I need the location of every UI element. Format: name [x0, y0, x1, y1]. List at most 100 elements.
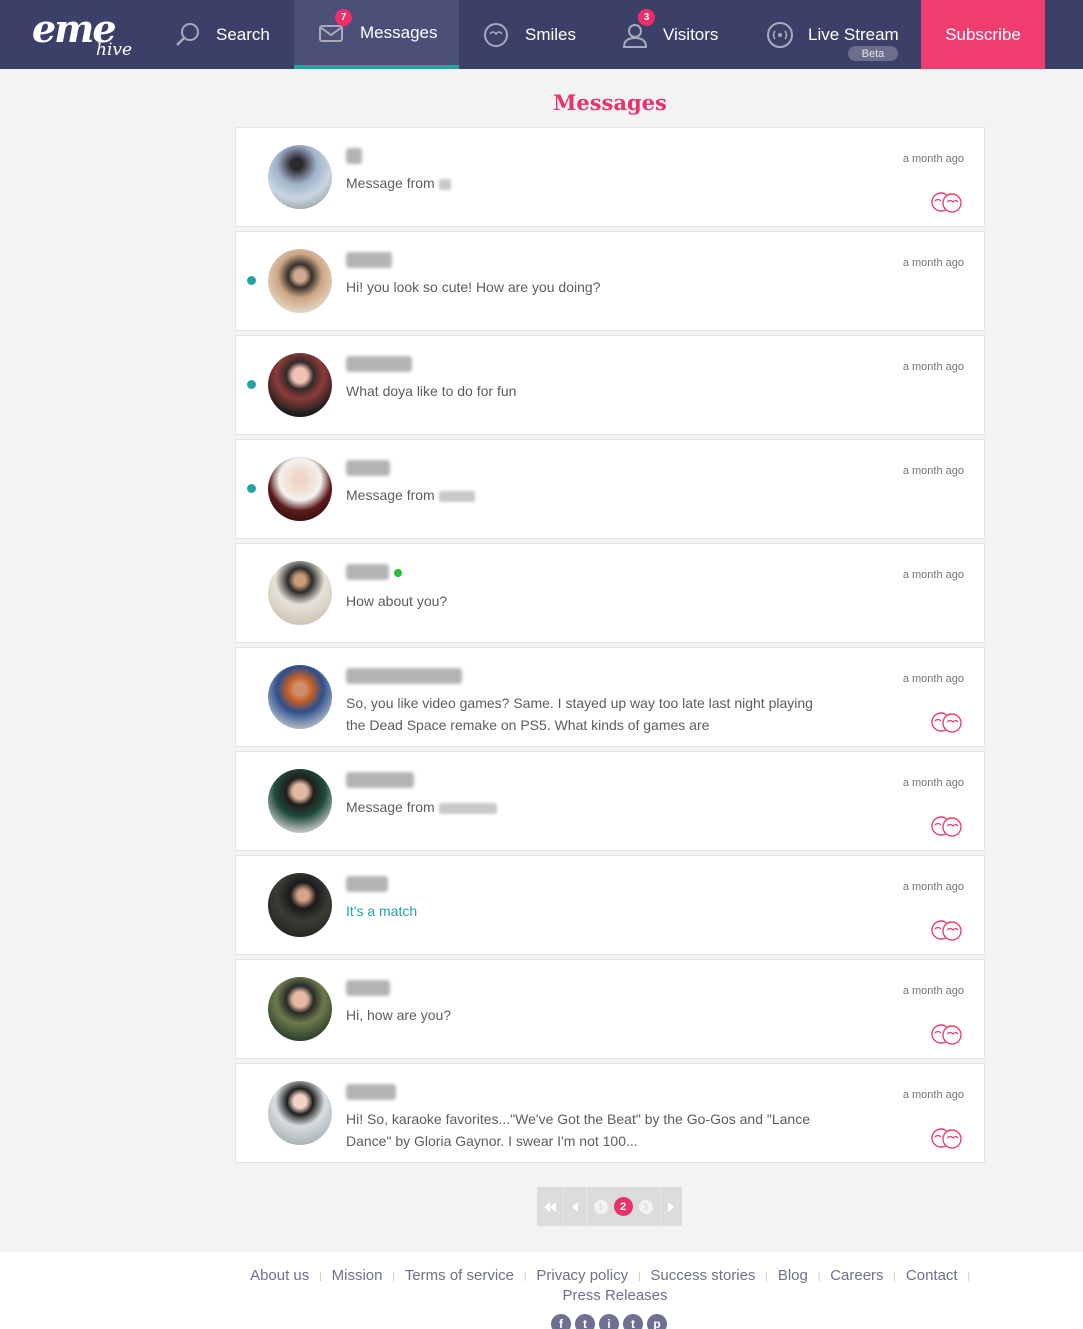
- nav-search[interactable]: Search: [174, 0, 270, 69]
- page-2-button[interactable]: 2: [613, 1197, 633, 1216]
- avatar[interactable]: [268, 561, 332, 625]
- tumblr-icon[interactable]: t: [623, 1314, 643, 1329]
- message-preview[interactable]: Hi, how are you?: [346, 1004, 816, 1026]
- page-1-button[interactable]: 1: [593, 1199, 608, 1214]
- footer-link-privacy[interactable]: Privacy policy: [536, 1267, 628, 1284]
- smile-icon[interactable]: [930, 191, 964, 213]
- timestamp: a month ago: [902, 673, 964, 685]
- sender-name[interactable]: [346, 876, 388, 892]
- avatar[interactable]: [268, 353, 332, 417]
- message-preview[interactable]: Message from: [346, 484, 816, 506]
- footer-separator: |: [967, 1270, 970, 1281]
- message-preview[interactable]: Hi! So, karaoke favorites..."We've Got t…: [346, 1108, 816, 1152]
- sender-name[interactable]: [346, 148, 362, 164]
- page-numbers: 1 2 3: [587, 1197, 660, 1216]
- nav-visitors[interactable]: Visitors 3: [621, 0, 718, 69]
- message-preview[interactable]: Message from: [346, 172, 816, 194]
- message-card[interactable]: How about you? a month ago: [235, 543, 985, 643]
- double-chevron-left-icon: [544, 1201, 557, 1212]
- message-preview[interactable]: It's a match: [346, 900, 816, 922]
- sender-name[interactable]: [346, 668, 462, 684]
- footer-separator: |: [392, 1270, 395, 1281]
- page-3-button[interactable]: 3: [638, 1199, 653, 1214]
- smile-icon[interactable]: [930, 815, 964, 837]
- facebook-icon[interactable]: f: [551, 1314, 571, 1329]
- footer-link-success[interactable]: Success stories: [650, 1267, 755, 1284]
- logo-sub: hive: [96, 40, 133, 60]
- nav-search-label: Search: [216, 24, 270, 44]
- nav-smiles[interactable]: Smiles: [483, 0, 576, 69]
- twitter-icon[interactable]: t: [575, 1314, 595, 1329]
- sender-name[interactable]: [346, 1084, 396, 1100]
- message-text: Message from: [346, 175, 435, 191]
- message-preview[interactable]: So, you like video games? Same. I stayed…: [346, 692, 816, 736]
- smile-icon[interactable]: [930, 1023, 964, 1045]
- footer-separator: |: [638, 1270, 641, 1281]
- message-card[interactable]: What doya like to do for fun a month ago: [235, 335, 985, 435]
- message-card[interactable]: Hi, how are you? a month ago: [235, 959, 985, 1059]
- message-card[interactable]: It's a match a month ago: [235, 855, 985, 955]
- footer-links: About us | Mission | Terms of service | Privac…: [215, 1266, 1015, 1305]
- message-card[interactable]: Message from a month ago: [235, 127, 985, 227]
- avatar[interactable]: [268, 457, 332, 521]
- nav-messages[interactable]: Messages 7: [294, 0, 459, 69]
- footer-separator: |: [765, 1270, 768, 1281]
- nav-smiles-label: Smiles: [525, 24, 577, 44]
- avatar[interactable]: [268, 145, 332, 209]
- message-card[interactable]: Hi! So, karaoke favorites..."We've Got t…: [235, 1063, 985, 1163]
- sender-name[interactable]: [346, 980, 390, 996]
- sender-name[interactable]: [346, 460, 390, 476]
- next-page-button[interactable]: [660, 1187, 682, 1226]
- avatar[interactable]: [268, 769, 332, 833]
- message-card[interactable]: Hi! you look so cute! How are you doing?…: [235, 231, 985, 331]
- message-card[interactable]: So, you like video games? Same. I stayed…: [235, 647, 985, 747]
- social-links: f t i t p: [551, 1314, 667, 1329]
- footer-link-mission[interactable]: Mission: [332, 1267, 383, 1284]
- message-card[interactable]: Message from a month ago: [235, 751, 985, 851]
- message-text: Message from: [346, 487, 435, 503]
- eme-hive-logo[interactable]: eme hive: [30, 6, 140, 64]
- avatar[interactable]: [268, 977, 332, 1041]
- avatar[interactable]: [268, 1081, 332, 1145]
- first-page-button[interactable]: [537, 1187, 563, 1226]
- footer-link-press[interactable]: Press Releases: [562, 1287, 667, 1304]
- pinterest-icon[interactable]: p: [647, 1314, 667, 1329]
- smile-icon: [484, 22, 508, 47]
- message-preview[interactable]: How about you?: [346, 590, 816, 612]
- sender-name[interactable]: [346, 772, 414, 788]
- sender-name[interactable]: [346, 252, 392, 268]
- smile-icon[interactable]: [930, 919, 964, 941]
- avatar[interactable]: [268, 249, 332, 313]
- smile-icon[interactable]: [930, 1127, 964, 1149]
- footer: About us | Mission | Terms of service | Privac…: [0, 1252, 1083, 1329]
- timestamp: a month ago: [902, 465, 964, 477]
- timestamp: a month ago: [902, 985, 964, 997]
- footer-link-contact[interactable]: Contact: [906, 1267, 958, 1284]
- message-card[interactable]: Message from a month ago: [235, 439, 985, 539]
- prev-page-button[interactable]: [564, 1187, 586, 1226]
- message-preview[interactable]: Hi! you look so cute! How are you doing?: [346, 276, 816, 298]
- avatar[interactable]: [268, 665, 332, 729]
- blurred-name: [438, 490, 475, 502]
- footer-link-blog[interactable]: Blog: [778, 1267, 808, 1284]
- subscribe-button[interactable]: Subscribe: [921, 0, 1045, 69]
- message-preview[interactable]: Message from: [346, 796, 816, 818]
- footer-separator: |: [817, 1270, 821, 1281]
- sender-name[interactable]: [346, 564, 389, 580]
- timestamp: a month ago: [902, 881, 964, 893]
- sender-name[interactable]: [346, 356, 412, 372]
- nav-live-stream-label: Live Stream: [808, 24, 899, 44]
- message-text: Message from: [346, 799, 435, 815]
- unread-dot: [247, 276, 256, 285]
- broadcast-icon: [767, 21, 793, 48]
- footer-link-terms[interactable]: Terms of service: [405, 1267, 514, 1284]
- unread-dot: [247, 484, 256, 493]
- footer-link-about[interactable]: About us: [250, 1267, 309, 1284]
- instagram-icon[interactable]: i: [599, 1314, 619, 1329]
- page-title: Messages: [553, 90, 667, 115]
- visitors-badge: 3: [638, 9, 655, 26]
- avatar[interactable]: [268, 873, 332, 937]
- footer-link-careers[interactable]: Careers: [830, 1267, 883, 1284]
- message-preview[interactable]: What doya like to do for fun: [346, 380, 816, 402]
- smile-icon[interactable]: [930, 711, 964, 733]
